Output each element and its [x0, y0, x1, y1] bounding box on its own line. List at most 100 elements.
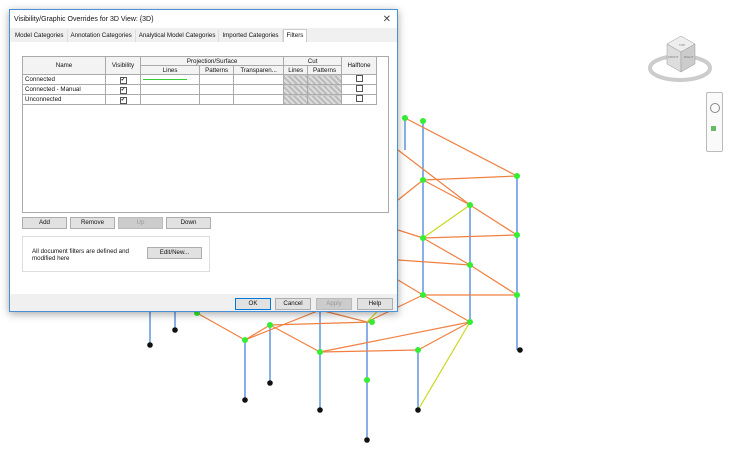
col-visibility: Visibility [105, 56, 141, 75]
col-halftone: Halftone [341, 56, 377, 75]
node[interactable] [467, 319, 473, 325]
support-node[interactable] [267, 380, 273, 386]
col-cut-patterns: Patterns [307, 65, 342, 75]
help-button[interactable]: Help [357, 298, 393, 310]
support-node[interactable] [172, 327, 178, 333]
steering-wheel-icon[interactable] [710, 103, 720, 113]
node[interactable] [420, 118, 426, 124]
beam[interactable] [397, 279, 424, 296]
halftone-checkbox[interactable] [355, 95, 363, 102]
node[interactable] [514, 292, 520, 298]
up-button[interactable]: Up [118, 217, 163, 229]
remove-button[interactable]: Remove [70, 217, 115, 229]
beam[interactable] [422, 179, 471, 206]
support-node[interactable] [517, 347, 523, 353]
node[interactable] [467, 202, 473, 208]
support-node[interactable] [242, 397, 248, 403]
projection-lines-cell[interactable] [139, 84, 201, 95]
beam[interactable] [397, 149, 471, 206]
apply-button[interactable]: Apply [316, 298, 352, 310]
tab-filters[interactable]: Filters [282, 29, 308, 42]
close-icon[interactable]: ✕ [383, 14, 391, 25]
ok-button[interactable]: OK [235, 298, 271, 310]
filters-info-group: All document filters are defined and mod… [22, 236, 210, 272]
beam[interactable] [269, 324, 321, 353]
cancel-button[interactable]: Cancel [275, 298, 311, 310]
brace[interactable] [422, 204, 471, 239]
beam[interactable] [422, 237, 471, 266]
visibility-checkbox[interactable]: ✔ [119, 76, 127, 84]
info-text: All document filters are defined and mod… [32, 248, 129, 262]
transparency-cell[interactable] [233, 94, 285, 105]
support-node[interactable] [364, 437, 370, 443]
col-cut-lines: Lines [283, 65, 309, 75]
beam[interactable] [422, 175, 518, 181]
node[interactable] [514, 173, 520, 179]
beam[interactable] [404, 117, 518, 177]
support-node[interactable] [415, 407, 421, 413]
projection-lines-cell[interactable] [139, 94, 201, 105]
col-projection: Projection/Surface [139, 56, 285, 66]
table-row[interactable]: Connected - Manual ✔ [22, 84, 388, 95]
projection-patterns-cell[interactable] [199, 74, 235, 85]
cut-patterns-cell [307, 74, 342, 85]
node[interactable] [369, 319, 375, 325]
filter-name[interactable]: Unconnected [22, 94, 106, 105]
brace[interactable] [417, 321, 471, 411]
table-row[interactable]: Unconnected ✔ [22, 94, 388, 105]
down-button[interactable]: Down [166, 217, 211, 229]
filter-name[interactable]: Connected - Manual [22, 84, 106, 95]
beam[interactable] [469, 204, 518, 236]
node[interactable] [467, 262, 473, 268]
node[interactable] [242, 337, 248, 343]
col-transparency: Transparen... [233, 65, 285, 75]
node[interactable] [420, 177, 426, 183]
node[interactable] [420, 235, 426, 241]
beam[interactable] [397, 179, 424, 201]
beam[interactable] [397, 229, 424, 239]
visibility-checkbox[interactable]: ✔ [119, 86, 127, 94]
cut-lines-cell [283, 84, 309, 95]
add-button[interactable]: Add [22, 217, 67, 229]
projection-patterns-cell[interactable] [199, 84, 235, 95]
beam[interactable] [397, 259, 471, 266]
projection-lines-cell[interactable] [139, 74, 201, 85]
viewcube[interactable]: TOP FRONT RIGHT [645, 30, 715, 85]
tab-model-categories[interactable]: Model Categories [12, 30, 68, 42]
node[interactable] [420, 292, 426, 298]
node[interactable] [415, 347, 421, 353]
beam[interactable] [319, 349, 419, 353]
node[interactable] [364, 377, 370, 383]
tab-annotation-categories[interactable]: Annotation Categories [68, 30, 136, 42]
transparency-cell[interactable] [233, 74, 285, 85]
edit-new-button[interactable]: Edit/New... [147, 247, 202, 259]
col-proj-lines: Lines [139, 65, 201, 75]
beam[interactable] [319, 321, 471, 353]
beam[interactable] [244, 324, 271, 341]
transparency-cell[interactable] [233, 84, 285, 95]
tab-imported-categories[interactable]: Imported Categories [219, 30, 283, 42]
beam[interactable] [422, 294, 471, 323]
col-cut: Cut [283, 56, 342, 66]
support-node[interactable] [317, 407, 323, 413]
cut-lines-cell [283, 74, 309, 85]
visibility-checkbox[interactable]: ✔ [119, 96, 127, 104]
support-node[interactable] [147, 342, 153, 348]
filter-name[interactable]: Connected [22, 74, 106, 85]
col-proj-patterns: Patterns [199, 65, 235, 75]
viewcube-front-label: FRONT [668, 55, 678, 59]
node[interactable] [317, 349, 323, 355]
node[interactable] [402, 115, 408, 121]
viewcube-top-label: TOP [679, 43, 685, 47]
zoom-icon[interactable] [711, 126, 716, 131]
beam[interactable] [469, 264, 518, 296]
halftone-checkbox[interactable] [355, 75, 363, 82]
node[interactable] [514, 232, 520, 238]
beam[interactable] [196, 312, 246, 341]
projection-patterns-cell[interactable] [199, 94, 235, 105]
node[interactable] [267, 322, 273, 328]
visibility-graphics-dialog: Visibility/Graphic Overrides for 3D View… [9, 9, 398, 312]
tab-analytical-model-categories[interactable]: Analytical Model Categories [136, 30, 220, 42]
halftone-checkbox[interactable] [355, 85, 363, 92]
table-row[interactable]: Connected ✔ [22, 74, 388, 85]
